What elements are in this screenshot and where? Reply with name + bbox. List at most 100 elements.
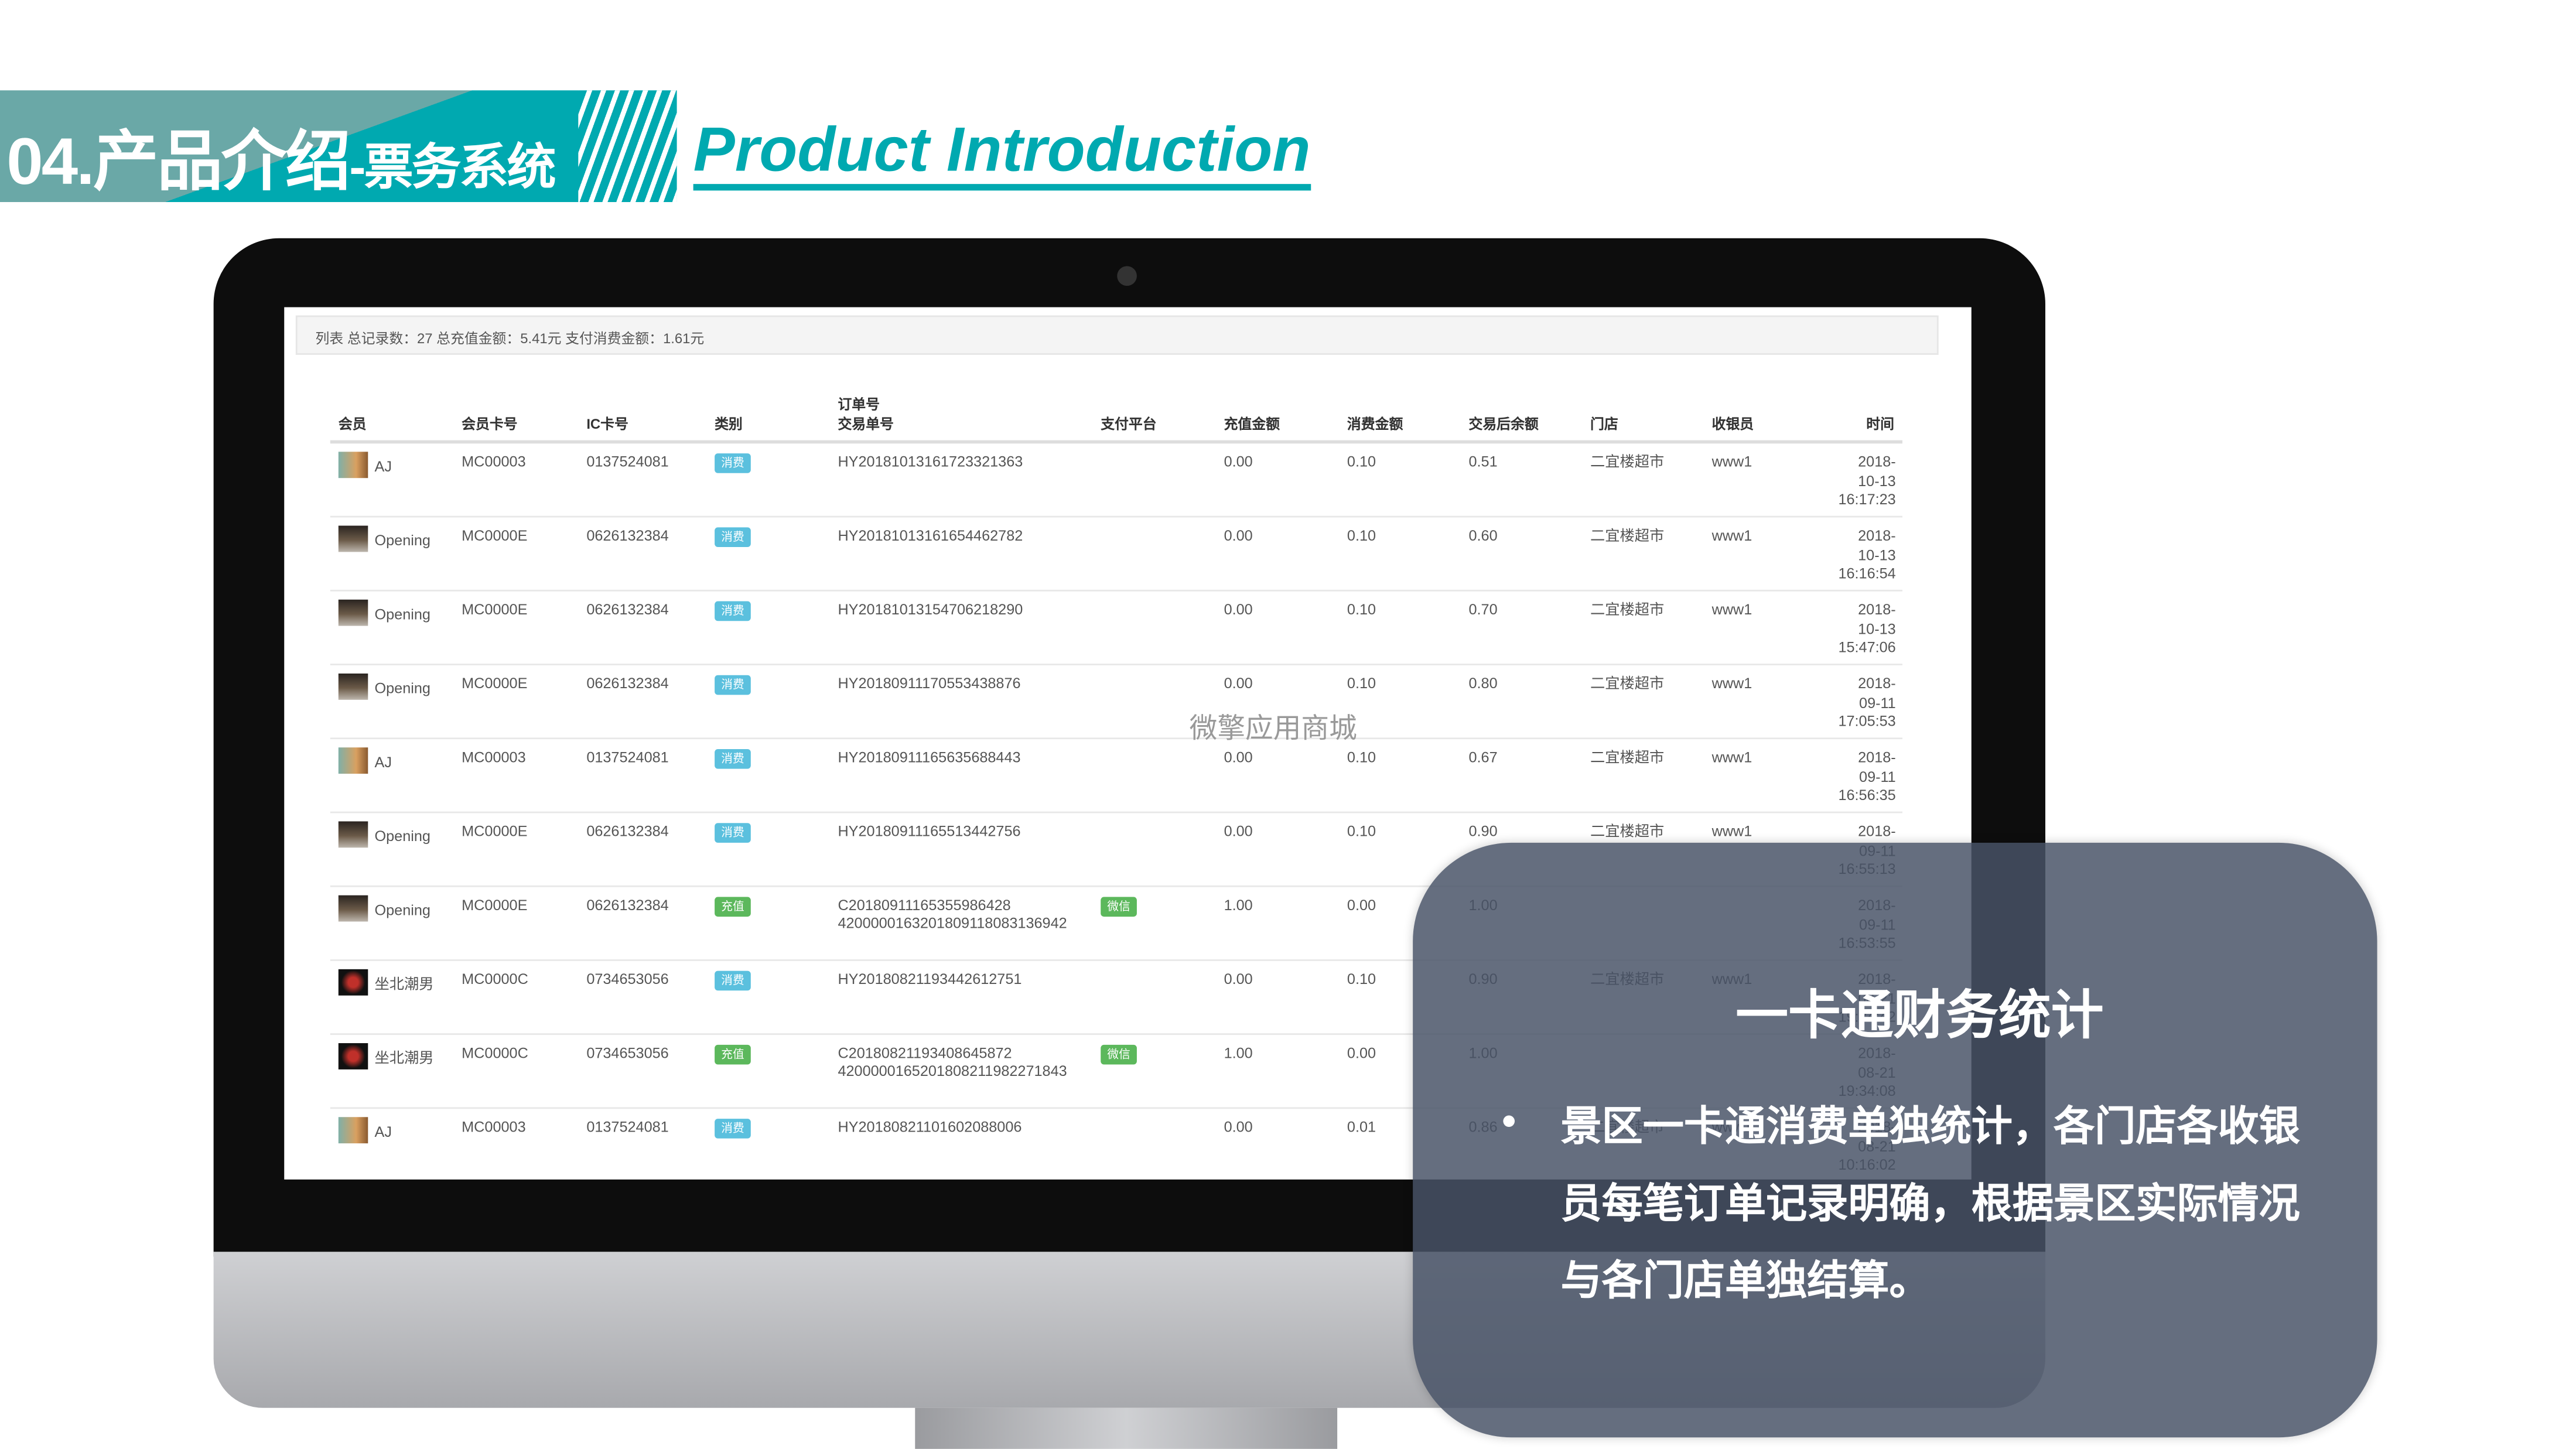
order-number: HY20181013154706218290 xyxy=(838,601,1023,618)
cashier-name: www1 xyxy=(1711,527,1752,544)
balance-amount: 0.80 xyxy=(1468,675,1498,692)
photo-icon xyxy=(338,747,368,774)
consume-amount: 0.10 xyxy=(1347,823,1376,840)
time-line: 16:17:23 xyxy=(1838,491,1896,508)
time-line: 16:16:54 xyxy=(1838,565,1896,582)
member-name: AJ xyxy=(374,754,392,771)
consume-amount: 0.10 xyxy=(1347,675,1376,692)
photo-icon xyxy=(338,895,368,922)
time-line: 17:05:53 xyxy=(1838,713,1896,730)
card-number: MC00003 xyxy=(462,749,526,766)
table-row: Opening MC0000E 0626132384 消费 HY201809111705… xyxy=(330,665,1902,740)
col-balance: 交易后余额 xyxy=(1468,415,1539,432)
card-number: MC00003 xyxy=(462,453,526,470)
consume-amount: 0.10 xyxy=(1347,749,1376,766)
card-number: MC0000E xyxy=(462,527,528,544)
card-number: MC0000E xyxy=(462,897,528,914)
time-line: 2018- xyxy=(1858,675,1896,692)
member-name: 坐北潮男 xyxy=(374,976,434,993)
time-line: 2018- xyxy=(1858,527,1896,544)
photo-icon xyxy=(338,969,368,996)
ic-number: 0734653056 xyxy=(586,970,669,987)
order-number: HY20180911170553438876 xyxy=(838,675,1021,692)
platform-badge: 微信 xyxy=(1101,897,1137,917)
trade-number: 4200000163201809118083136942 xyxy=(838,915,1067,932)
table-row: AJ MC00003 0137524081 消费 HY20180911165635688… xyxy=(330,739,1902,814)
time-cell: 2018- 09-11 17:05:53 xyxy=(1797,675,1895,732)
watermark: 微擎应用商城 xyxy=(1189,713,1357,744)
photo-icon xyxy=(338,673,368,700)
recharge-amount: 0.00 xyxy=(1224,453,1253,470)
consume-amount: 0.10 xyxy=(1347,527,1376,544)
ic-number: 0137524081 xyxy=(586,453,669,470)
type-badge: 消费 xyxy=(715,1119,751,1139)
consume-amount: 0.10 xyxy=(1347,601,1376,618)
store-name: 二宜楼超市 xyxy=(1590,675,1665,692)
card-number: MC0000E xyxy=(462,675,528,692)
order-number: HY20180911165635688443 xyxy=(838,749,1021,766)
order-number: C20180911165355986428 xyxy=(838,897,1011,914)
store-name: 二宜楼超市 xyxy=(1590,527,1665,544)
consume-amount: 0.10 xyxy=(1347,453,1376,470)
photo-icon xyxy=(338,1043,368,1069)
type-badge: 消费 xyxy=(715,453,751,473)
time-line: 10-13 xyxy=(1858,472,1896,489)
type-badge: 消费 xyxy=(715,527,751,547)
ic-number: 0137524081 xyxy=(586,749,669,766)
col-type: 类别 xyxy=(715,415,743,432)
col-store: 门店 xyxy=(1590,415,1618,432)
member-name: Opening xyxy=(374,606,431,623)
ic-number: 0626132384 xyxy=(586,897,669,914)
col-consume: 消费金额 xyxy=(1347,415,1403,432)
member-name: Opening xyxy=(374,680,431,697)
ic-number: 0137524081 xyxy=(586,1119,669,1136)
cashier-name: www1 xyxy=(1711,601,1752,618)
card-number: MC0000C xyxy=(462,970,528,987)
trade-number: 4200000165201808211982271843 xyxy=(838,1062,1067,1079)
time-line: 2018- xyxy=(1858,749,1896,766)
order-number: HY20181013161654462782 xyxy=(838,527,1023,544)
time-line: 2018- xyxy=(1858,601,1896,618)
col-card: 会员卡号 xyxy=(462,415,518,432)
col-cashier: 收银员 xyxy=(1711,415,1754,432)
platform-badge: 微信 xyxy=(1101,1044,1137,1065)
photo-icon xyxy=(338,1117,368,1144)
recharge-amount: 0.00 xyxy=(1224,601,1253,618)
photo-icon xyxy=(338,452,368,479)
panel-text: 景区一卡通消费单独统计，各门店各收银员每笔订单记录明确，根据景区实际情况与各门店… xyxy=(1560,1103,2300,1305)
recharge-amount: 0.00 xyxy=(1224,1119,1253,1136)
info-panel: 一卡通财务统计 景区一卡通消费单独统计，各门店各收银员每笔订单记录明确，根据景区… xyxy=(1413,842,2377,1438)
recharge-amount: 0.00 xyxy=(1224,749,1253,766)
time-cell: 2018- 10-13 16:16:54 xyxy=(1797,527,1895,584)
member-name: Opening xyxy=(374,828,431,845)
store-name: 二宜楼超市 xyxy=(1590,453,1665,470)
photo-icon xyxy=(338,599,368,626)
ic-number: 0626132384 xyxy=(586,675,669,692)
type-badge: 消费 xyxy=(715,749,751,769)
photo-icon xyxy=(338,821,368,848)
cashier-name: www1 xyxy=(1711,823,1752,840)
balance-amount: 0.60 xyxy=(1468,527,1498,544)
store-name: 二宜楼超市 xyxy=(1590,749,1665,766)
card-number: MC00003 xyxy=(462,1119,526,1136)
type-badge: 消费 xyxy=(715,675,751,695)
title-sub: -票务系统 xyxy=(349,141,556,196)
time-cell: 2018- 10-13 15:47:06 xyxy=(1797,602,1895,658)
table-row: Opening MC0000E 0626132384 消费 HY201810131547… xyxy=(330,592,1902,665)
type-badge: 消费 xyxy=(715,823,751,843)
balance-amount: 0.90 xyxy=(1468,823,1498,840)
time-line: 10-13 xyxy=(1858,546,1896,563)
panel-title: 一卡通财务统计 xyxy=(1735,985,2104,1045)
member-name: AJ xyxy=(374,1123,392,1140)
time-line: 09-11 xyxy=(1859,694,1896,711)
col-platform: 支付平台 xyxy=(1101,415,1157,432)
ic-number: 0626132384 xyxy=(586,527,669,544)
card-number: MC0000E xyxy=(462,823,528,840)
recharge-amount: 0.00 xyxy=(1224,823,1253,840)
store-name: 二宜楼超市 xyxy=(1590,823,1665,840)
col-recharge: 充值金额 xyxy=(1224,415,1280,432)
english-title: Product Introduction xyxy=(693,118,1311,191)
consume-amount: 0.00 xyxy=(1347,1044,1376,1061)
col-order: 订单号 xyxy=(838,395,880,413)
col-trade: 交易单号 xyxy=(838,415,894,432)
